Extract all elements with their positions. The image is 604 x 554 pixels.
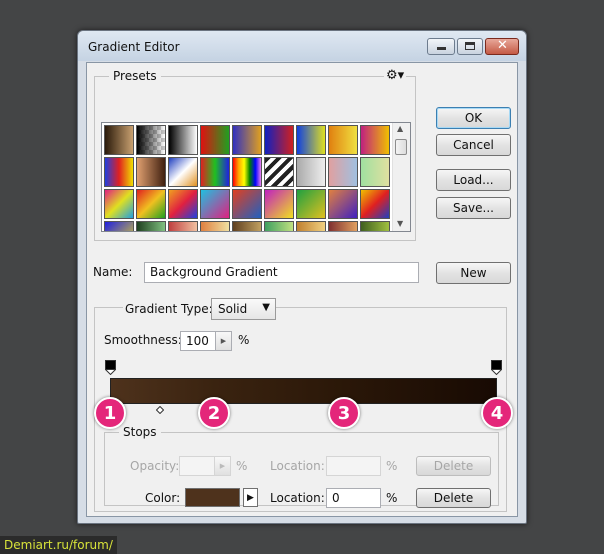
preset-swatch[interactable] xyxy=(360,157,390,187)
opacity-stop-right[interactable] xyxy=(491,360,502,375)
preset-swatch[interactable] xyxy=(296,189,326,219)
annotation-badge-3: 3 xyxy=(328,397,360,429)
chevron-down-icon: ▼ xyxy=(262,302,270,313)
opacity-label: Opacity: xyxy=(130,459,180,473)
preset-swatch[interactable] xyxy=(264,189,294,219)
preset-swatch[interactable] xyxy=(264,157,294,187)
gradient-editor-window: Gradient Editor ✕ Presets ⚙▾ ▲ ▼ OK Canc… xyxy=(77,30,527,524)
name-input[interactable]: Background Gradient xyxy=(144,262,419,283)
preset-swatch[interactable] xyxy=(264,221,294,231)
new-button[interactable]: New xyxy=(436,262,511,284)
scroll-down-icon[interactable]: ▼ xyxy=(397,219,403,228)
annotation-badge-2: 2 xyxy=(198,397,230,429)
preset-swatch[interactable] xyxy=(200,125,230,155)
preset-swatch[interactable] xyxy=(232,125,262,155)
preset-swatch[interactable] xyxy=(360,125,390,155)
ok-button[interactable]: OK xyxy=(436,107,511,129)
color-location-unit: % xyxy=(386,491,398,505)
scroll-up-icon[interactable]: ▲ xyxy=(397,124,403,133)
name-label: Name: xyxy=(93,265,133,279)
preset-swatch[interactable] xyxy=(136,157,166,187)
preset-swatch[interactable] xyxy=(360,189,390,219)
preset-swatch[interactable] xyxy=(136,221,166,231)
preset-swatch[interactable] xyxy=(104,157,134,187)
presets-grid: ▲ ▼ xyxy=(101,122,411,232)
gradient-type-value: Solid xyxy=(218,302,248,316)
opacity-slider-toggle[interactable]: ▶ xyxy=(215,456,231,476)
preset-swatch[interactable] xyxy=(168,221,198,231)
close-button[interactable]: ✕ xyxy=(485,38,519,55)
presets-scrollbar[interactable]: ▲ ▼ xyxy=(392,123,410,231)
title-bar[interactable]: Gradient Editor ✕ xyxy=(78,31,526,61)
close-icon: ✕ xyxy=(497,38,508,53)
color-delete-button[interactable]: Delete xyxy=(416,488,491,508)
smoothness-unit: % xyxy=(238,333,250,347)
preset-swatch[interactable] xyxy=(328,157,358,187)
preset-swatch[interactable] xyxy=(232,221,262,231)
opacity-location-label: Location: xyxy=(270,459,325,473)
opacity-location-input[interactable] xyxy=(326,456,381,476)
annotation-badge-1: 1 xyxy=(94,397,126,429)
preset-swatch[interactable] xyxy=(328,125,358,155)
maximize-icon xyxy=(465,42,475,50)
preset-swatch[interactable] xyxy=(200,221,230,231)
preset-swatch[interactable] xyxy=(360,221,390,231)
minimize-button[interactable] xyxy=(427,38,455,55)
preset-swatch[interactable] xyxy=(296,125,326,155)
opacity-location-unit: % xyxy=(386,459,398,473)
gradient-type-select[interactable]: Solid ▼ xyxy=(211,298,276,320)
presets-legend: Presets xyxy=(109,69,161,83)
minimize-icon xyxy=(437,47,446,50)
preset-swatch[interactable] xyxy=(296,157,326,187)
gear-icon[interactable]: ⚙▾ xyxy=(384,68,407,83)
preset-swatch[interactable] xyxy=(328,189,358,219)
opacity-unit: % xyxy=(236,459,248,473)
gradient-preview-bar[interactable] xyxy=(110,378,497,404)
opacity-delete-button[interactable]: Delete xyxy=(416,456,491,476)
window-title: Gradient Editor xyxy=(88,40,180,54)
smoothness-slider-toggle[interactable]: ▶ xyxy=(216,331,232,351)
stops-legend: Stops xyxy=(119,425,161,439)
annotation-badge-4: 4 xyxy=(481,397,513,429)
scroll-thumb[interactable] xyxy=(395,139,407,155)
preset-swatch[interactable] xyxy=(328,221,358,231)
preset-swatch[interactable] xyxy=(168,157,198,187)
preset-swatch[interactable] xyxy=(232,189,262,219)
color-label: Color: xyxy=(145,491,181,505)
preset-swatch[interactable] xyxy=(200,189,230,219)
smoothness-label: Smoothness: xyxy=(104,333,182,347)
preset-swatch[interactable] xyxy=(200,157,230,187)
cancel-button[interactable]: Cancel xyxy=(436,134,511,156)
preset-swatch[interactable] xyxy=(104,221,134,231)
preset-swatch[interactable] xyxy=(136,125,166,155)
preset-swatch[interactable] xyxy=(136,189,166,219)
color-swatch[interactable] xyxy=(185,488,240,507)
load-button[interactable]: Load... xyxy=(436,169,511,191)
opacity-stop-left[interactable] xyxy=(105,360,116,375)
preset-swatch[interactable] xyxy=(168,125,198,155)
maximize-button[interactable] xyxy=(457,38,483,55)
preset-swatch[interactable] xyxy=(168,189,198,219)
gradient-type-label: Gradient Type: xyxy=(123,302,215,316)
preset-swatch[interactable] xyxy=(296,221,326,231)
preset-swatch[interactable] xyxy=(104,189,134,219)
smoothness-input[interactable]: 100 xyxy=(180,331,216,351)
color-location-input[interactable]: 0 xyxy=(326,488,381,508)
midpoint-diamond[interactable] xyxy=(156,406,164,414)
save-button[interactable]: Save... xyxy=(436,197,511,219)
preset-swatch[interactable] xyxy=(232,157,262,187)
dialog-body: Presets ⚙▾ ▲ ▼ OK Cancel Load... Save...… xyxy=(86,62,518,517)
watermark: Demiart.ru/forum/ xyxy=(0,536,117,554)
preset-swatch[interactable] xyxy=(104,125,134,155)
color-menu-arrow-icon[interactable]: ▶ xyxy=(243,488,258,507)
preset-swatch[interactable] xyxy=(264,125,294,155)
color-location-label: Location: xyxy=(270,491,325,505)
opacity-input[interactable] xyxy=(179,456,215,476)
